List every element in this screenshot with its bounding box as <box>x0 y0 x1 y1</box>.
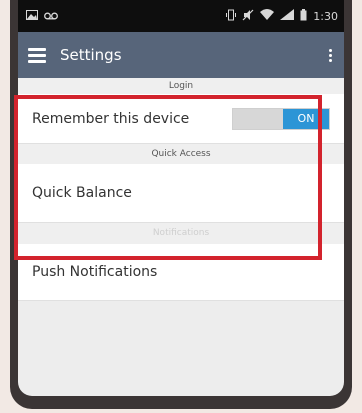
section-header-quick-access: Quick Access <box>18 144 344 164</box>
remember-device-toggle[interactable]: ON <box>232 107 330 130</box>
toggle-track <box>233 108 283 129</box>
vibrate-icon <box>226 9 237 24</box>
remember-device-row: Remember this device ON <box>18 94 344 144</box>
status-bar: 1:30 <box>18 0 344 32</box>
quick-balance-label: Quick Balance <box>32 185 132 201</box>
voicemail-icon <box>44 10 58 23</box>
status-time: 1:30 <box>313 9 338 23</box>
battery-icon <box>300 8 307 24</box>
image-icon <box>26 9 38 23</box>
app-toolbar: Settings <box>18 32 344 78</box>
hamburger-menu-icon[interactable] <box>28 47 46 63</box>
push-notifications-row[interactable]: Push Notifications <box>18 244 344 301</box>
toggle-on-label: ON <box>283 108 329 129</box>
phone-frame: 1:30 Settings Login Remember this device… <box>10 0 352 409</box>
page-title: Settings <box>60 46 122 64</box>
phone-screen: 1:30 Settings Login Remember this device… <box>18 0 344 396</box>
overflow-menu-icon[interactable] <box>325 48 336 62</box>
mute-icon <box>242 9 254 24</box>
quick-balance-row[interactable]: Quick Balance <box>18 164 344 223</box>
wifi-icon <box>260 9 275 23</box>
section-header-login: Login <box>18 78 344 94</box>
push-notifications-label: Push Notifications <box>32 264 158 280</box>
signal-icon <box>280 9 295 23</box>
remember-device-label: Remember this device <box>32 110 190 127</box>
section-header-notifications: Notifications <box>18 223 344 244</box>
